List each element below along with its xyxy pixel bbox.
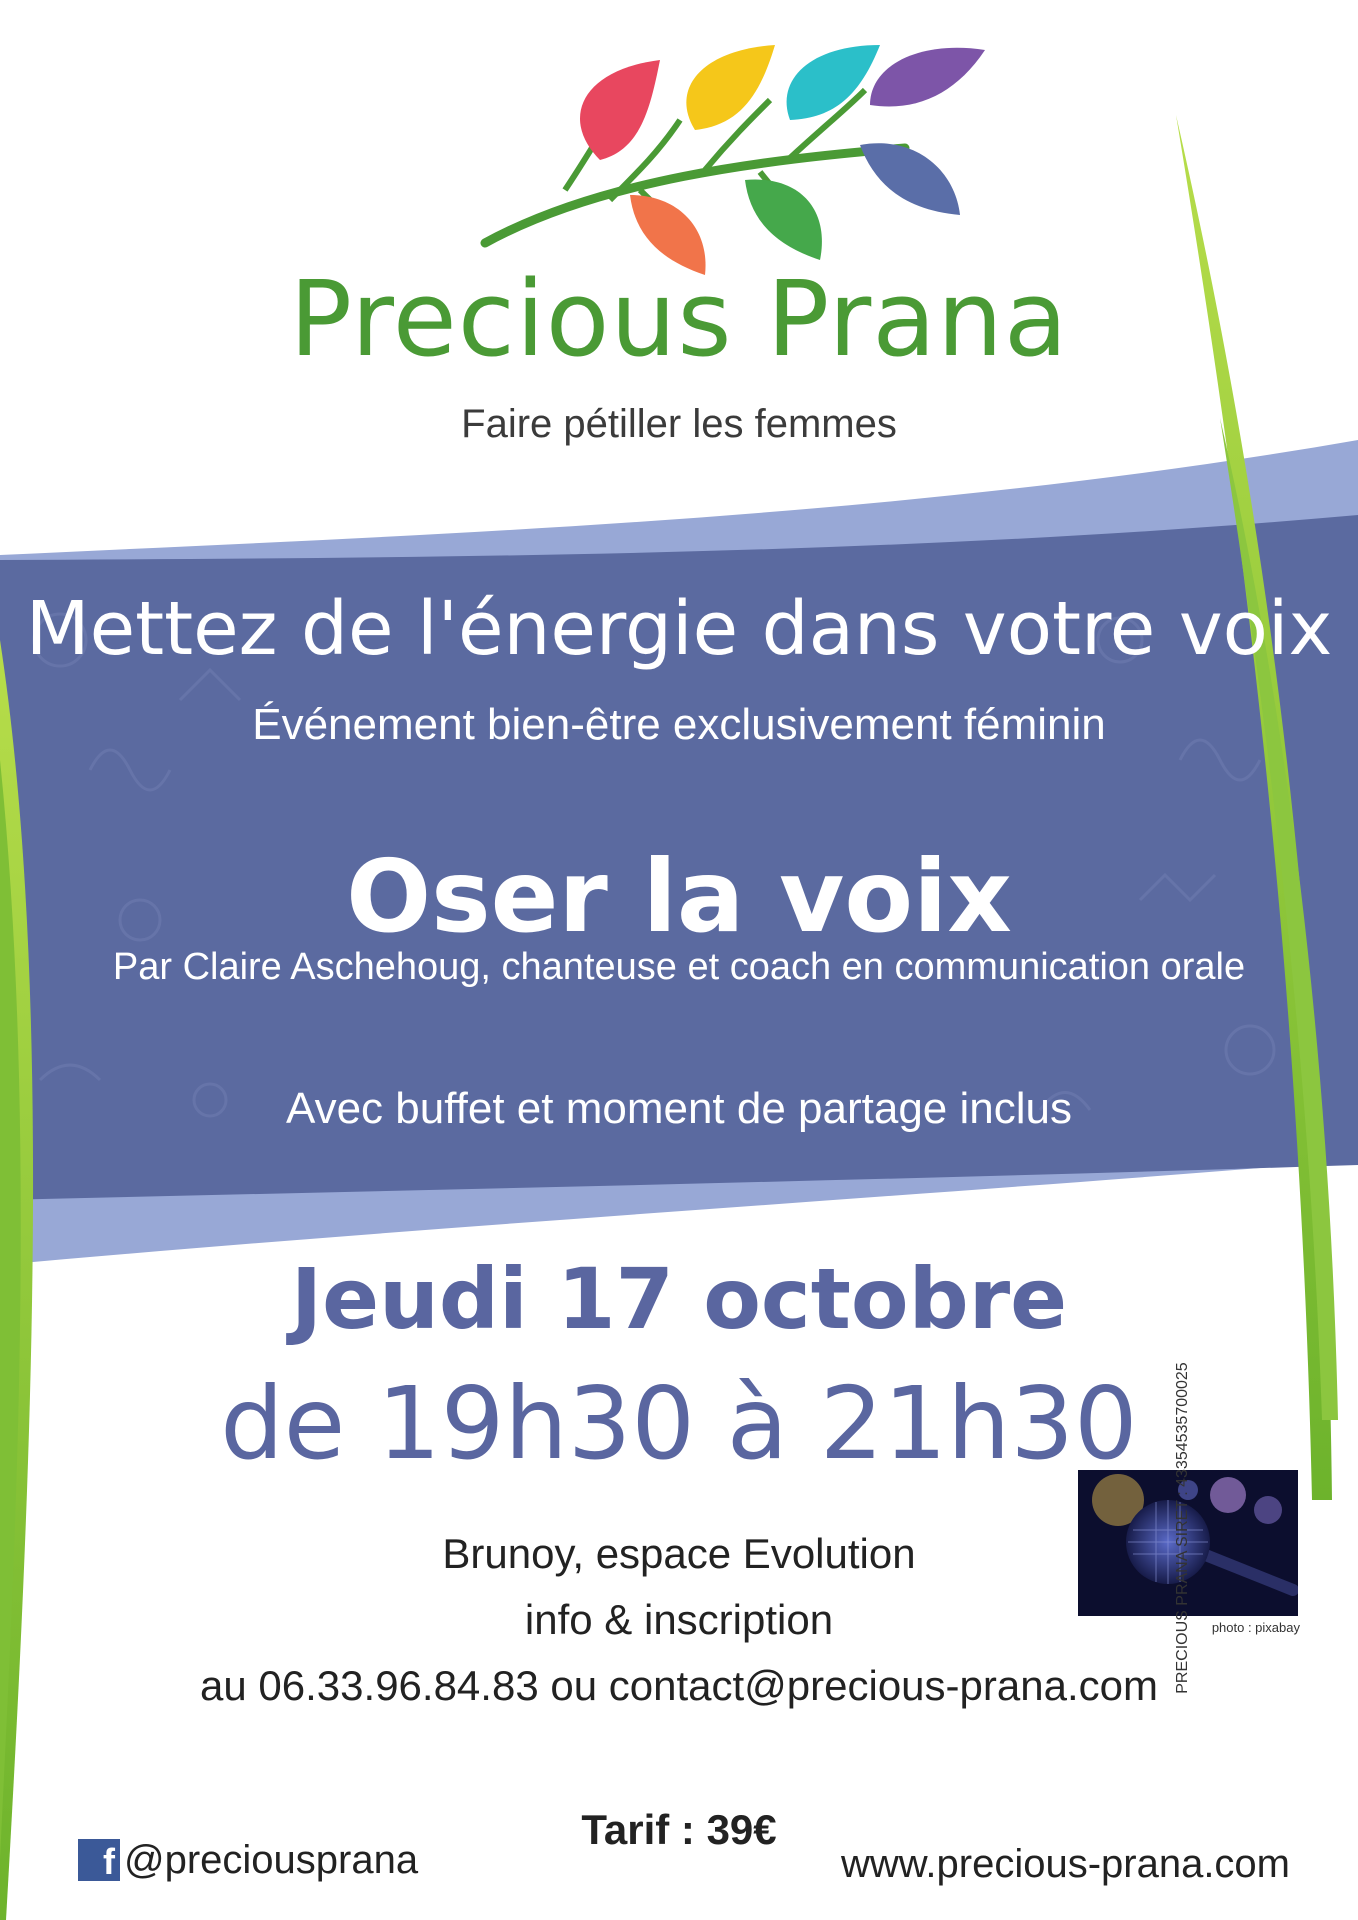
flyer-page: Precious Prana Faire pétiller les femmes… — [0, 0, 1358, 1920]
brand-tagline: Faire pétiller les femmes — [461, 402, 897, 446]
facebook-link[interactable]: f @preciousprana — [78, 1837, 418, 1883]
brand-name: Precious Prana — [289, 258, 1069, 380]
facebook-icon: f — [78, 1839, 120, 1881]
buffet-line: Avec buffet et moment de partage inclus — [286, 1084, 1072, 1133]
legal-siret: PRECIOUS PRANA SIRET : 43354535700025 — [1174, 1362, 1191, 1694]
banner-subheadline: Événement bien-être exclusivement fémini… — [252, 700, 1106, 749]
event-contact[interactable]: au 06.33.96.84.83 ou contact@precious-pr… — [0, 1662, 1358, 1710]
event-time: de 19h30 à 21h30 — [220, 1365, 1138, 1482]
workshop-title: Oser la voix — [346, 838, 1012, 955]
website-link[interactable]: www.precious-prana.com — [790, 1842, 1290, 1887]
speaker-line: Par Claire Aschehoug, chanteuse et coach… — [112, 946, 1246, 988]
leafy-branch-icon — [480, 45, 985, 275]
event-date: Jeudi 17 octobre — [290, 1250, 1068, 1348]
banner-headline: Mettez de l'énergie dans votre voix — [25, 586, 1333, 672]
facebook-handle: @preciousprana — [124, 1837, 419, 1882]
photo-credit: photo : pixabay — [1211, 1620, 1300, 1635]
